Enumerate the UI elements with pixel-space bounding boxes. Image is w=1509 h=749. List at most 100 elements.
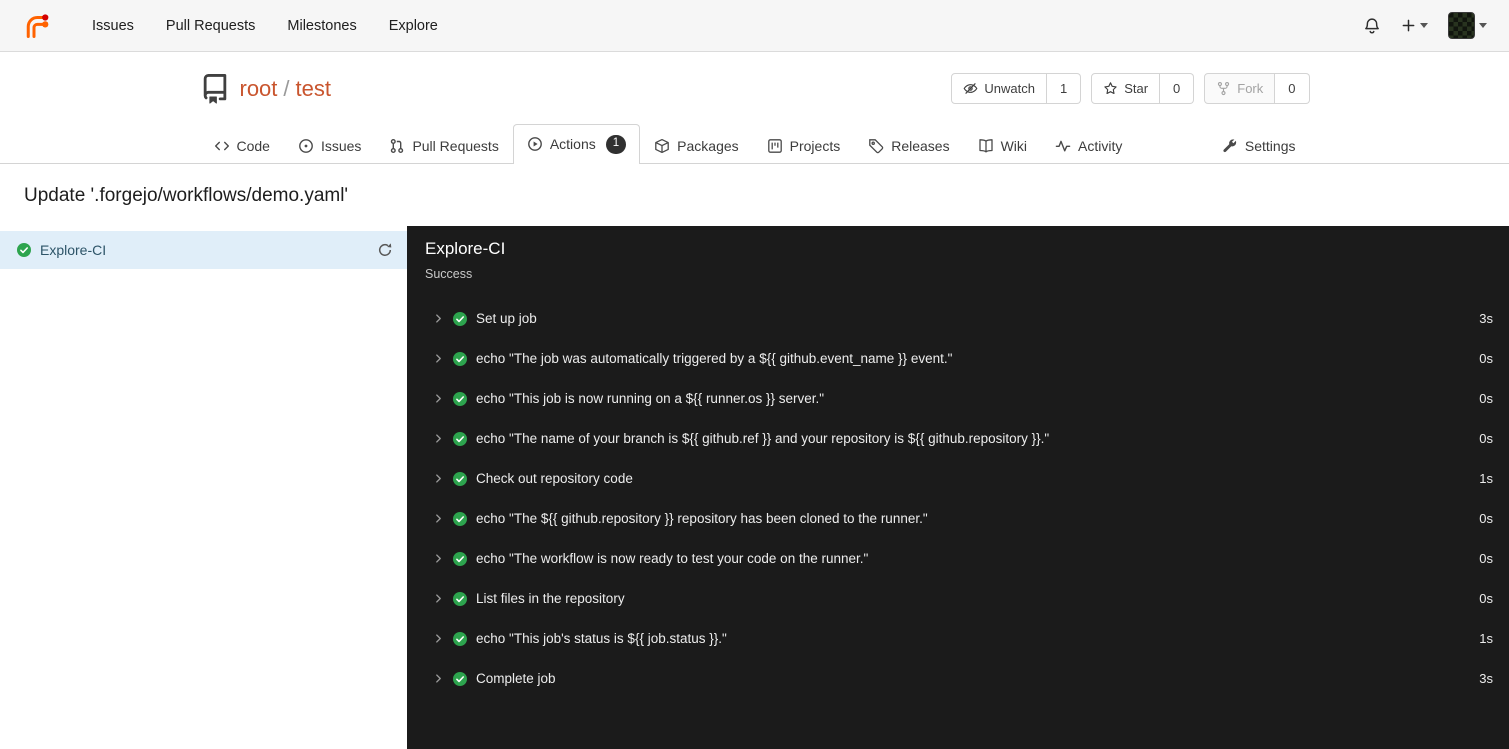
topnav-item-label: Explore: [388, 17, 438, 34]
tab-label: Activity: [1078, 137, 1123, 154]
fork-button[interactable]: Fork: [1204, 73, 1276, 104]
repo-book-icon: [200, 73, 230, 104]
tab-projects[interactable]: Projects: [753, 127, 855, 164]
step-name: echo "The name of your branch is ${{ git…: [476, 431, 1050, 446]
code-icon: [214, 138, 230, 154]
star-count[interactable]: 0: [1160, 73, 1195, 104]
chevron-right-icon: [433, 433, 444, 444]
step-success-icon: [452, 511, 468, 527]
step-duration: 3s: [1479, 311, 1493, 326]
success-check-icon: [16, 242, 32, 258]
repo-action-group: Star 0: [1091, 73, 1195, 104]
step-row[interactable]: Set up job 3s: [407, 299, 1509, 339]
chevron-right-icon: [433, 513, 444, 524]
tab-releases[interactable]: Releases: [854, 127, 963, 164]
create-new-button[interactable]: [1401, 18, 1428, 33]
star-button[interactable]: Star: [1091, 73, 1161, 104]
tab-code[interactable]: Code: [200, 127, 284, 164]
repo-owner-link[interactable]: root: [240, 76, 278, 102]
fork-icon: [1216, 81, 1231, 96]
step-success-icon: [452, 631, 468, 647]
tab-badge: 1: [605, 135, 627, 154]
user-avatar: [1448, 12, 1475, 39]
step-row[interactable]: echo "This job's status is ${{ job.statu…: [407, 619, 1509, 659]
top-navbar: Issues Pull Requests Milestones Explore: [0, 0, 1509, 52]
user-menu[interactable]: [1448, 12, 1487, 39]
chevron-right-icon: [433, 593, 444, 604]
tab-label: Releases: [891, 137, 950, 154]
step-row[interactable]: List files in the repository 0s: [407, 579, 1509, 619]
topnav-item-explore[interactable]: Explore: [373, 0, 454, 52]
repo-actions: Unwatch 1 Star 0 Fork 0: [951, 73, 1310, 104]
chevron-right-icon: [433, 673, 444, 684]
rerun-refresh-icon[interactable]: [377, 242, 393, 258]
workflow-run-title: Update '.forgejo/workflows/demo.yaml': [24, 184, 349, 206]
chevron-down-icon: [1479, 23, 1487, 28]
topnav-right: [1363, 12, 1487, 39]
topnav-item-label: Issues: [92, 17, 134, 34]
run-layout: Explore-CI Explore-CI Success Set up job…: [0, 225, 1509, 749]
step-row[interactable]: echo "The workflow is now ready to test …: [407, 539, 1509, 579]
step-name: echo "The job was automatically triggere…: [476, 351, 953, 366]
step-name: List files in the repository: [476, 591, 625, 606]
tab-label: Wiki: [1000, 137, 1028, 154]
topnav-item-milestones[interactable]: Milestones: [271, 0, 372, 52]
tab-label: Settings: [1244, 137, 1296, 154]
step-success-icon: [452, 471, 468, 487]
tab-activity[interactable]: Activity: [1041, 127, 1136, 164]
tab-pull-requests[interactable]: Pull Requests: [375, 127, 512, 164]
step-duration: 0s: [1479, 551, 1493, 566]
step-row[interactable]: echo "The job was automatically triggere…: [407, 339, 1509, 379]
star-icon: [1103, 81, 1118, 96]
action-label: Star: [1124, 81, 1149, 96]
step-duration: 1s: [1479, 471, 1493, 486]
step-duration: 0s: [1479, 351, 1493, 366]
step-row[interactable]: echo "This job is now running on a ${{ r…: [407, 379, 1509, 419]
repo-action-group: Fork 0: [1204, 73, 1310, 104]
step-name: echo "The workflow is now ready to test …: [476, 551, 869, 566]
chevron-right-icon: [433, 553, 444, 564]
actions-icon: [527, 136, 543, 152]
repo-tab-bar: Code Issues Pull Requests Actions 1 Pack…: [200, 124, 1310, 164]
step-success-icon: [452, 311, 468, 327]
step-success-icon: [452, 551, 468, 567]
forgejo-logo[interactable]: [22, 11, 52, 41]
repo-name-link[interactable]: test: [296, 76, 331, 102]
step-success-icon: [452, 671, 468, 687]
tab-actions[interactable]: Actions 1: [512, 124, 641, 164]
step-row[interactable]: Check out repository code 1s: [407, 459, 1509, 499]
tab-settings[interactable]: Settings: [1208, 127, 1310, 164]
chevron-right-icon: [433, 313, 444, 324]
fork-count[interactable]: 0: [1275, 73, 1310, 104]
tab-wiki[interactable]: Wiki: [964, 127, 1041, 164]
tab-label: Pull Requests: [412, 137, 499, 154]
step-success-icon: [452, 391, 468, 407]
topnav-item-pull-requests[interactable]: Pull Requests: [150, 0, 271, 52]
step-row[interactable]: echo "The name of your branch is ${{ git…: [407, 419, 1509, 459]
chevron-down-icon: [1420, 23, 1428, 28]
job-name: Explore-CI: [40, 241, 107, 258]
step-name: Complete job: [476, 671, 556, 686]
unwatch-count[interactable]: 1: [1046, 73, 1082, 104]
activity-icon: [1055, 138, 1071, 154]
tab-packages[interactable]: Packages: [640, 127, 752, 164]
repo-header: root / test Unwatch 1 Star 0 Fork 0 Code…: [0, 52, 1509, 164]
job-item[interactable]: Explore-CI: [0, 230, 407, 269]
action-label: Fork: [1237, 81, 1264, 96]
tab-label: Code: [236, 137, 270, 154]
step-row[interactable]: echo "The ${{ github.repository }} repos…: [407, 499, 1509, 539]
tab-issues[interactable]: Issues: [284, 127, 375, 164]
step-name: Set up job: [476, 311, 537, 326]
step-name: Check out repository code: [476, 471, 633, 486]
tab-label: Issues: [320, 137, 362, 154]
step-row[interactable]: Complete job 3s: [407, 659, 1509, 699]
job-status-text: Success: [425, 266, 473, 281]
unwatch-button[interactable]: Unwatch: [951, 73, 1047, 104]
tab-label: Projects: [789, 137, 841, 154]
notifications-bell-icon[interactable]: [1363, 17, 1381, 35]
chevron-right-icon: [433, 473, 444, 484]
step-name: echo "The ${{ github.repository }} repos…: [476, 511, 928, 526]
package-icon: [654, 138, 670, 154]
repo-title-row: root / test Unwatch 1 Star 0 Fork 0: [200, 73, 1310, 104]
topnav-item-issues[interactable]: Issues: [76, 0, 150, 52]
